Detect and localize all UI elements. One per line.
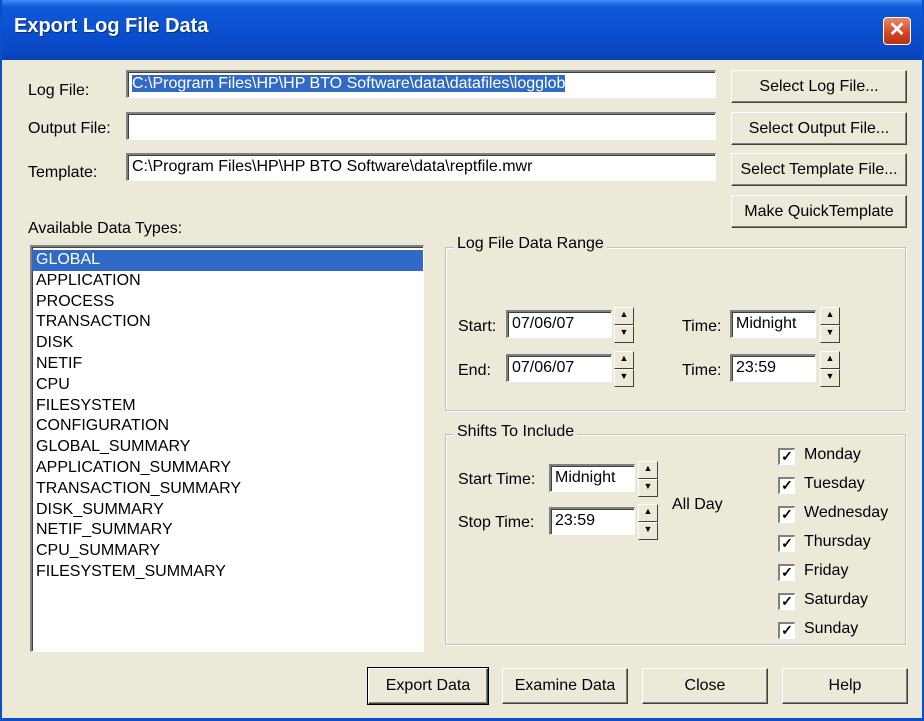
output-file-label: Output File:	[28, 120, 111, 137]
start-date-spinner[interactable]: ▲ ▼	[614, 307, 634, 343]
data-types-list[interactable]: GLOBAL APPLICATION PROCESS TRANSACTION DISK N…	[30, 245, 424, 652]
export-dialog: Export Log File Data ✕ Log File: C:\Prog…	[0, 0, 924, 721]
list-item[interactable]: DISK	[32, 333, 423, 354]
shift-stop-field[interactable]: 23:59	[549, 507, 635, 535]
shift-start-label: Start Time:	[458, 471, 536, 488]
help-button[interactable]: Help	[782, 668, 908, 704]
checkbox-check-icon[interactable]: ✓	[778, 448, 795, 465]
list-item[interactable]: CPU	[32, 375, 423, 396]
window-title: Export Log File Data	[14, 15, 209, 37]
data-range-title: Log File Data Range	[454, 235, 607, 253]
make-quick-template-button[interactable]: Make QuickTemplate	[731, 195, 907, 228]
spin-up-icon[interactable]: ▲	[614, 307, 634, 325]
day-label: Monday	[804, 446, 861, 463]
spin-up-icon[interactable]: ▲	[820, 307, 840, 325]
select-log-file-button[interactable]: Select Log File...	[731, 70, 907, 103]
day-label: Tuesday	[804, 475, 865, 492]
spin-up-icon[interactable]: ▲	[614, 351, 634, 369]
list-item[interactable]: FILESYSTEM_SUMMARY	[32, 562, 423, 583]
template-label: Template:	[28, 164, 98, 181]
spin-down-icon[interactable]: ▼	[638, 479, 658, 497]
shift-start-field[interactable]: Midnight	[549, 464, 635, 492]
data-types-label: Available Data Types:	[28, 220, 183, 237]
end-time-spinner[interactable]: ▲ ▼	[820, 351, 840, 387]
checkbox-check-icon[interactable]: ✓	[778, 564, 795, 581]
checkbox-check-icon[interactable]: ✓	[778, 622, 795, 639]
log-file-label: Log File:	[28, 82, 90, 99]
end-time-label: Time:	[682, 362, 722, 379]
list-item[interactable]: PROCESS	[32, 292, 423, 313]
shift-stop-spinner[interactable]: ▲ ▼	[638, 504, 658, 540]
start-time-field[interactable]: Midnight	[730, 310, 816, 338]
day-label: Friday	[804, 562, 849, 579]
list-item[interactable]: NETIF	[32, 354, 423, 375]
select-template-file-button[interactable]: Select Template File...	[731, 153, 907, 186]
spin-up-icon[interactable]: ▲	[638, 504, 658, 522]
list-item[interactable]: FILESYSTEM	[32, 396, 423, 417]
output-file-field[interactable]	[126, 112, 716, 140]
log-file-field[interactable]: C:\Program Files\HP\HP BTO Software\data…	[126, 70, 716, 98]
start-time-spinner[interactable]: ▲ ▼	[820, 307, 840, 343]
end-date-spinner[interactable]: ▲ ▼	[614, 351, 634, 387]
spin-up-icon[interactable]: ▲	[820, 351, 840, 369]
list-item[interactable]: TRANSACTION_SUMMARY	[32, 479, 423, 500]
examine-data-button[interactable]: Examine Data	[502, 668, 628, 704]
close-icon[interactable]: ✕	[883, 17, 911, 45]
shifts-title: Shifts To Include	[454, 423, 578, 441]
day-label: Sunday	[804, 620, 859, 637]
list-item[interactable]: TRANSACTION	[32, 312, 423, 333]
day-label: Wednesday	[804, 504, 889, 521]
checkbox-check-icon[interactable]: ✓	[778, 535, 795, 552]
start-time-label: Time:	[682, 318, 722, 335]
list-item[interactable]: APPLICATION	[32, 271, 423, 292]
spin-down-icon[interactable]: ▼	[638, 522, 658, 540]
end-date-field[interactable]: 07/06/07	[506, 354, 612, 382]
export-data-button[interactable]: Export Data	[367, 667, 489, 705]
checkbox-check-icon[interactable]: ✓	[778, 593, 795, 610]
list-item[interactable]: DISK_SUMMARY	[32, 500, 423, 521]
list-item[interactable]: GLOBAL_SUMMARY	[32, 437, 423, 458]
shift-start-spinner[interactable]: ▲ ▼	[638, 461, 658, 497]
select-output-file-button[interactable]: Select Output File...	[731, 112, 907, 145]
checkbox-check-icon[interactable]: ✓	[778, 506, 795, 523]
end-time-field[interactable]: 23:59	[730, 354, 816, 382]
start-date-label: Start:	[458, 318, 497, 335]
all-day-label: All Day	[672, 496, 723, 513]
log-file-value: C:\Program Files\HP\HP BTO Software\data…	[132, 75, 566, 92]
start-date-field[interactable]: 07/06/07	[506, 310, 612, 338]
list-item[interactable]: CPU_SUMMARY	[32, 541, 423, 562]
spin-down-icon[interactable]: ▼	[820, 369, 840, 387]
shift-stop-label: Stop Time:	[458, 514, 535, 531]
template-field[interactable]: C:\Program Files\HP\HP BTO Software\data…	[126, 153, 716, 181]
day-label: Saturday	[804, 591, 869, 608]
spin-down-icon[interactable]: ▼	[820, 325, 840, 343]
checkbox-check-icon[interactable]: ✓	[778, 477, 795, 494]
list-item[interactable]: GLOBAL	[32, 250, 423, 271]
spin-up-icon[interactable]: ▲	[638, 461, 658, 479]
spin-down-icon[interactable]: ▼	[614, 369, 634, 387]
close-button[interactable]: Close	[642, 668, 768, 704]
list-item[interactable]: APPLICATION_SUMMARY	[32, 458, 423, 479]
end-date-label: End:	[458, 362, 491, 379]
title-bar[interactable]: Export Log File Data ✕	[2, 0, 922, 60]
day-label: Thursday	[804, 533, 871, 550]
list-item[interactable]: NETIF_SUMMARY	[32, 520, 423, 541]
spin-down-icon[interactable]: ▼	[614, 325, 634, 343]
list-item[interactable]: CONFIGURATION	[32, 416, 423, 437]
